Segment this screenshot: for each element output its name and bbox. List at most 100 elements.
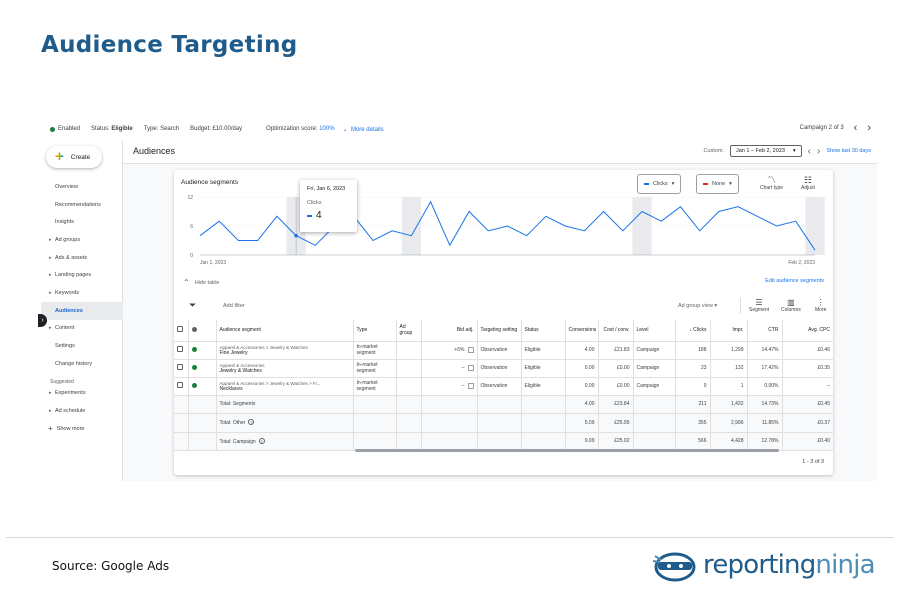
type-field: Type: Search [143,126,180,132]
sidebar-item-overview[interactable]: Overview [41,178,123,196]
dropdown-arrow-icon: ▾ [671,181,675,187]
sidebar-item-keywords[interactable]: ▸ Keywords [41,284,123,302]
bid-adj-cell[interactable]: – [421,377,478,396]
col-clicks[interactable]: ↓ Clicks [675,320,711,342]
table-row[interactable]: Apparel & Accessories > Jewelry & Watche… [174,341,833,360]
help-icon[interactable]: ? [258,437,265,444]
dropdown-arrow-icon: ▾ [729,181,732,187]
sidebar-item-ads-assets[interactable]: ▸ Ads & assets [41,249,123,267]
date-range-picker[interactable]: Jan 1 – Feb 2, 2023 ▾ [729,145,802,157]
metric-selector-clicks[interactable]: Clicks ▾ [637,174,682,194]
chart-type-button[interactable]: 〽 Chart type [760,175,783,191]
sidebar-item-change-history[interactable]: Change history [41,355,123,373]
impr-cell: 1,299 [710,341,748,360]
sidebar-item-experiments[interactable]: ▸ Experiments [41,385,123,403]
edit-audience-segments-link[interactable]: Edit audience segments [765,278,824,284]
row-status-dot [188,341,217,360]
status-dot-header [188,320,217,342]
next-period-icon[interactable]: › [817,146,820,157]
chevron-left-icon[interactable]: ‹ [854,123,858,134]
row-status-dot [188,359,217,378]
total-label: Total: Campaign? [216,432,354,451]
total-ctr: 11.85% [747,413,783,433]
sidebar-item-landing-pages[interactable]: ▸ Landing pages [41,266,123,284]
col-conversions[interactable]: Conversions [565,320,599,342]
col-impr[interactable]: Impr. [710,320,748,342]
table-row[interactable]: Apparel & Accessories Jewelry & Watches In… [174,359,833,378]
sidebar-item-content[interactable]: ▸ Content [41,320,123,338]
sidebar-item-settings[interactable]: Settings [41,337,123,355]
optimization-score[interactable]: Optimization score: 100% [266,126,334,132]
segment-cell[interactable]: Apparel & Accessories > Jewelry & Watche… [216,341,354,360]
filter-icon[interactable]: ⏷ [189,300,196,311]
sidebar-item-ad-schedule[interactable]: ▸ Ad schedule [41,402,123,420]
total-clicks: 211 [675,395,711,414]
total-row: Total: Campaign? 9.09 £25.02 566 4,428 12.78%… [174,432,833,451]
col-ad-group[interactable]: Ad group [396,320,422,342]
chevron-up-icon: ⌃ [183,278,190,287]
columns-button[interactable]: ▥ Columns [781,298,801,313]
metric-selector-none[interactable]: None ▾ [696,174,739,194]
col-cost-conv[interactable]: Cost / conv. [598,320,634,342]
total-clicks: 566 [675,432,711,451]
show-last-30-days-link[interactable]: Show last 30 days [826,148,871,154]
add-filter-button[interactable]: Add filter [223,303,245,309]
sidebar-item-insights[interactable]: Insights [41,213,123,231]
row-checkbox[interactable] [174,359,189,378]
ad-group-cell [396,359,422,378]
metric-swatch [703,183,708,185]
segment-cell[interactable]: Apparel & Accessories Jewelry & Watches [216,359,354,378]
col-bid-adj[interactable]: Bid adj. [421,320,478,342]
sidebar-item-ad-groups[interactable]: ▸ Ad groups [41,231,123,249]
section-title: Audiences [133,146,176,156]
create-button[interactable]: + Create [46,146,102,168]
col-ctr[interactable]: CTR [747,320,783,342]
metric-swatch [644,183,649,185]
total-ctr: 14.73% [747,395,783,414]
chart-icon[interactable] [467,365,474,371]
bid-adj-cell[interactable]: +5% [421,341,478,360]
chart-icon[interactable] [467,347,474,353]
total-avg-cpc: £0.37 [782,413,833,433]
row-checkbox[interactable] [174,377,189,396]
plus-icon: + [48,424,53,434]
total-conversions: 5.09 [565,413,599,433]
col-status[interactable]: Status [521,320,566,342]
col-audience-segment[interactable]: Audience segment [216,320,354,342]
col-targeting-setting[interactable]: Targeting setting [477,320,522,342]
bid-adj-cell[interactable]: – [421,359,478,378]
table-row[interactable]: Apparel & Accessories > Jewelry & Watche… [174,377,833,396]
total-impr: 2,996 [710,413,748,433]
col-type[interactable]: Type [353,320,397,342]
hide-table-toggle[interactable]: ⌃ Hide table [183,278,219,287]
segment-cell[interactable]: Apparel & Accessories > Jewelry & Watche… [216,377,354,396]
level-cell: Campaign [633,359,676,378]
x-end-label: Feb 2, 2023 [788,260,815,266]
date-controls: Custom: Jan 1 – Feb 2, 2023 ▾ ‹ › Show l… [703,145,871,157]
row-checkbox[interactable] [174,341,189,360]
col-avg-cpc[interactable]: Avg. CPC [782,320,833,342]
adjust-button[interactable]: ☷ Adjust [801,175,815,191]
ad-group-view-dropdown[interactable]: Ad group view ▾ [678,303,717,309]
sidebar-item-audiences[interactable]: Audiences [41,301,123,320]
total-cost-conv: £23.84 [598,395,634,414]
segment-button[interactable]: ☰ Segment [749,298,769,313]
x-start-label: Jan 1, 2023 [200,260,226,266]
more-details-link[interactable]: ⌄ More details [343,126,384,133]
ad-group-cell [396,377,422,396]
more-button[interactable]: ⋮ More [815,298,826,313]
clicks-cell: 188 [675,341,711,360]
chevron-right-icon[interactable]: › [867,123,871,134]
help-icon[interactable]: ? [248,419,255,426]
total-impr: 1,432 [710,395,748,414]
hover-point [294,233,298,238]
sidebar-item-recommendations[interactable]: Recommendations [41,196,123,214]
show-more-button[interactable]: + Show more [41,420,123,438]
previous-period-icon[interactable]: ‹ [808,146,811,157]
select-all-checkbox[interactable] [174,320,189,342]
plus-icon: + [55,148,64,165]
targeting-cell: Observation [477,359,522,378]
chart-icon[interactable] [467,383,474,389]
col-level[interactable]: Level [633,320,676,342]
horizontal-scrollbar[interactable] [355,449,779,452]
